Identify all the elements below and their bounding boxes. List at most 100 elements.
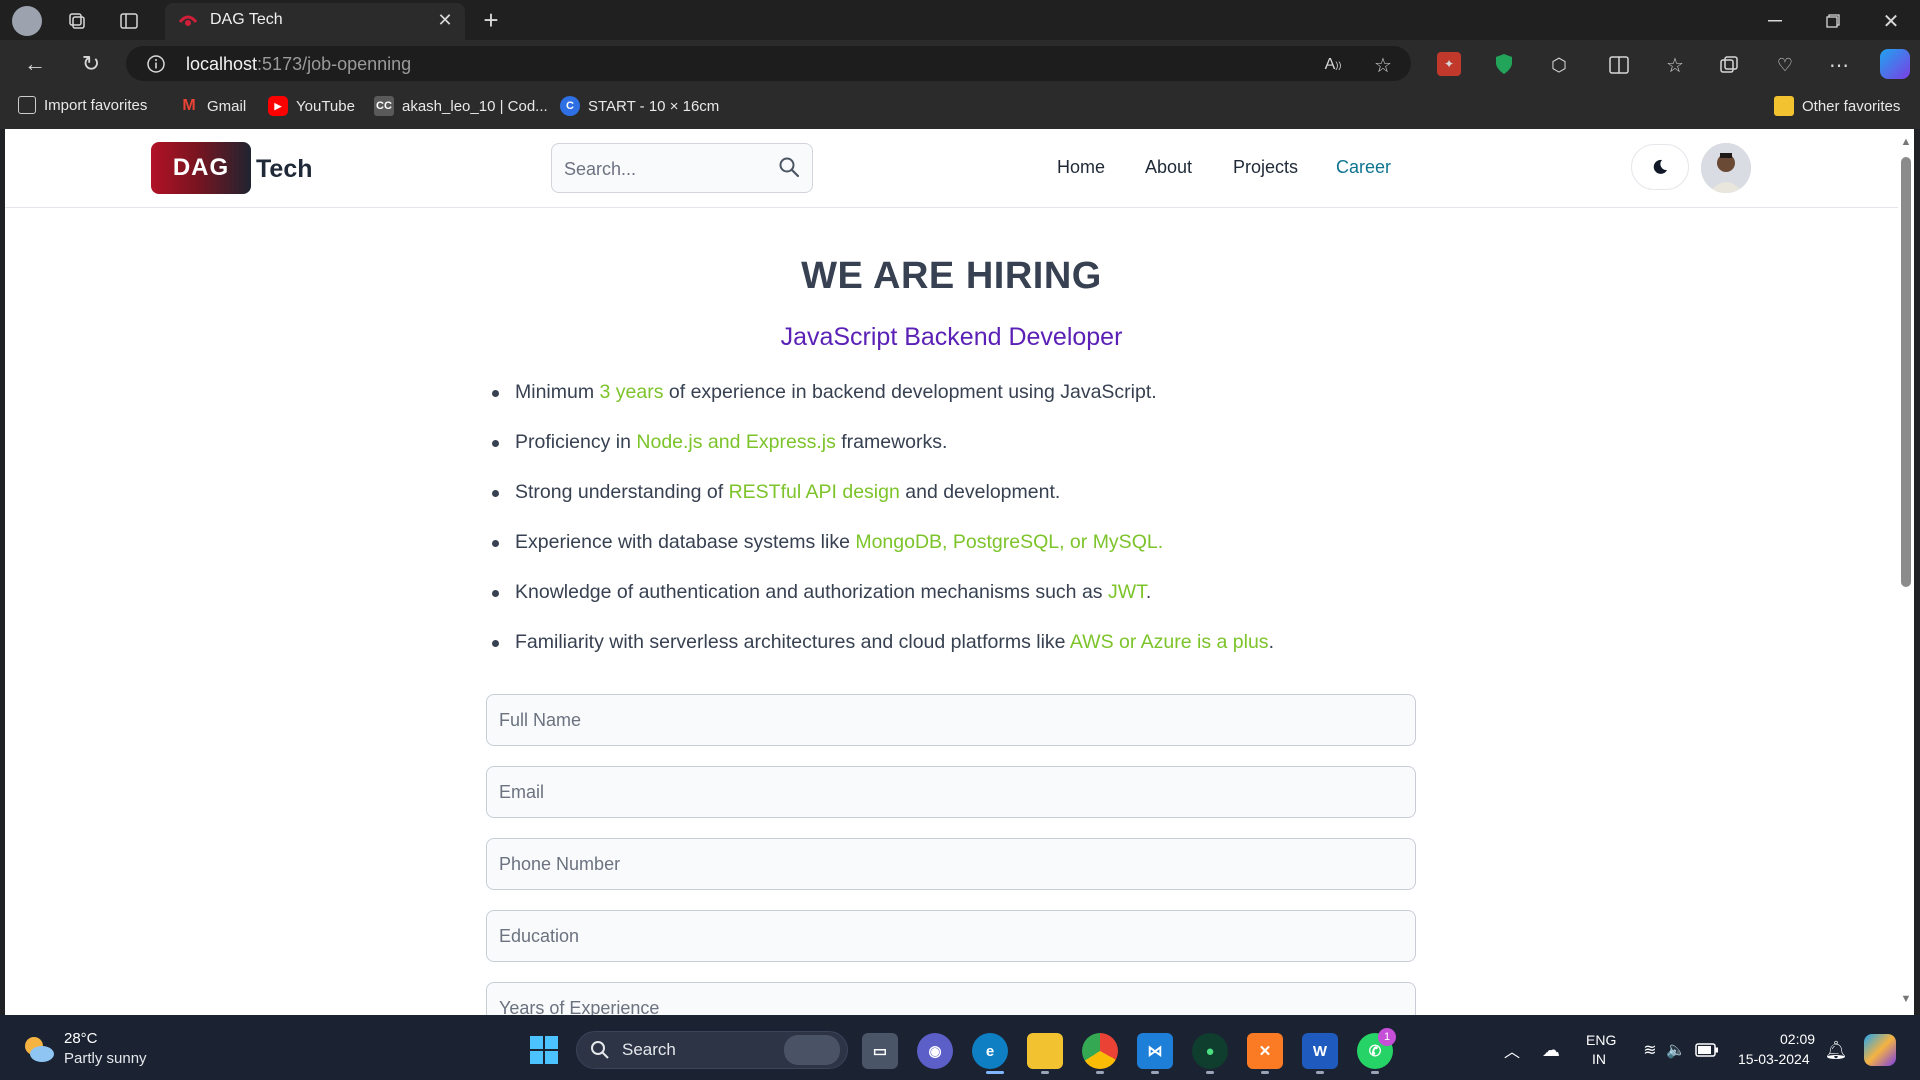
tab-title: DAG Tech: [210, 11, 283, 28]
favorite-codechef[interactable]: CC akash_leo_10 | Cod...: [374, 96, 548, 116]
word-icon[interactable]: W: [1302, 1033, 1338, 1069]
refresh-icon[interactable]: ↻: [76, 50, 106, 78]
favorite-start[interactable]: C START - 10 × 16cm: [560, 96, 719, 116]
requirement-text: Proficiency in: [515, 431, 637, 453]
extensions-icon[interactable]: ⬡: [1546, 52, 1572, 78]
copilot-icon[interactable]: [1880, 49, 1910, 79]
mongodb-indicator: [1206, 1071, 1214, 1074]
file-explorer-icon[interactable]: [1027, 1033, 1063, 1069]
close-tab-icon[interactable]: ✕: [434, 9, 456, 31]
url-text: localhost:5173/job-openning: [186, 54, 411, 75]
search-highlight-icon: [784, 1035, 840, 1065]
language-code[interactable]: ENG: [1586, 1032, 1616, 1048]
language-region[interactable]: IN: [1592, 1051, 1606, 1067]
requirement-text: Experience with database systems like: [515, 531, 856, 553]
minimize-icon[interactable]: [1762, 8, 1788, 34]
clock-date[interactable]: 15-03-2024: [1738, 1051, 1810, 1067]
weather-icon[interactable]: [20, 1032, 56, 1066]
email-field-wrapper: [486, 766, 1416, 818]
favorite-label: Gmail: [207, 97, 247, 115]
favorite-label: YouTube: [296, 97, 355, 115]
chrome-icon[interactable]: [1082, 1033, 1118, 1069]
clock-time[interactable]: 02:09: [1780, 1031, 1815, 1047]
read-aloud-icon[interactable]: A)): [1320, 52, 1346, 78]
scrollbar-thumb[interactable]: [1901, 157, 1911, 587]
new-tab-icon[interactable]: +: [478, 5, 504, 35]
experience-field-wrapper: [486, 982, 1416, 1015]
requirement-text: Knowledge of authentication and authoriz…: [515, 581, 1108, 603]
full-name-field[interactable]: [487, 695, 1415, 745]
requirement-text: Strong understanding of: [515, 481, 729, 503]
wifi-icon[interactable]: ≋: [1638, 1038, 1662, 1062]
user-avatar[interactable]: [1701, 143, 1751, 193]
email-field[interactable]: [487, 767, 1415, 817]
meet-chat-icon[interactable]: ◉: [917, 1033, 953, 1069]
favorites-icon[interactable]: ☆: [1662, 52, 1688, 78]
notification-bell-icon[interactable]: 🔔︎: [1824, 1038, 1848, 1062]
mongodb-compass-icon[interactable]: ●: [1192, 1033, 1228, 1069]
search-icon[interactable]: [778, 156, 802, 180]
whatsapp-badge: 1: [1378, 1028, 1396, 1046]
nav-home[interactable]: Home: [1057, 157, 1105, 178]
search-input[interactable]: [562, 144, 766, 194]
favorite-label: START - 10 × 16cm: [588, 97, 720, 115]
scroll-up-icon[interactable]: ▲: [1899, 136, 1913, 148]
windows-start-icon[interactable]: [528, 1034, 560, 1066]
nav-projects[interactable]: Projects: [1233, 157, 1298, 178]
browser-essentials-icon[interactable]: ♡: [1772, 52, 1798, 78]
copilot-taskbar-icon[interactable]: [1864, 1034, 1896, 1066]
vertical-tabs-icon[interactable]: [116, 8, 142, 34]
url-host: localhost: [186, 54, 258, 74]
task-view-icon[interactable]: ▭: [862, 1033, 898, 1069]
taskbar-search-label: Search: [622, 1040, 676, 1059]
requirement-highlight: MongoDB, PostgreSQL, or MySQL.: [855, 531, 1164, 553]
logo-badge[interactable]: DAG: [151, 142, 251, 194]
collections-icon[interactable]: [1716, 52, 1742, 78]
close-window-icon[interactable]: ✕: [1878, 8, 1904, 34]
phone-field[interactable]: [487, 839, 1415, 889]
requirement-item: Knowledge of authentication and authoriz…: [489, 578, 1489, 628]
favorite-star-icon[interactable]: ☆: [1370, 52, 1396, 78]
requirement-item: Experience with database systems like Mo…: [489, 528, 1489, 578]
back-icon[interactable]: ←: [20, 50, 50, 78]
site-info-icon[interactable]: [144, 52, 168, 76]
xampp-icon[interactable]: ✕: [1247, 1033, 1283, 1069]
job-title: JavaScript Backend Developer: [780, 323, 1123, 351]
theme-toggle-button[interactable]: [1631, 144, 1689, 190]
battery-icon[interactable]: [1694, 1038, 1720, 1062]
weather-temperature: 28°C: [64, 1030, 98, 1047]
volume-icon[interactable]: 🔈: [1664, 1038, 1688, 1062]
tray-chevron-up-icon[interactable]: ︿: [1500, 1038, 1524, 1062]
onedrive-icon[interactable]: ☁: [1538, 1038, 1564, 1062]
profile-avatar-icon[interactable]: [12, 6, 42, 36]
nav-about[interactable]: About: [1145, 157, 1192, 178]
other-favorites[interactable]: Other favorites: [1774, 96, 1900, 116]
requirement-item: Strong understanding of RESTful API desi…: [489, 478, 1489, 528]
favorite-gmail[interactable]: M Gmail: [179, 96, 246, 116]
canva-icon: C: [560, 96, 580, 116]
logo-text[interactable]: Tech: [256, 155, 313, 184]
url-path: :5173/job-openning: [257, 54, 412, 74]
restore-icon[interactable]: [1820, 8, 1846, 34]
settings-more-icon[interactable]: ⋯: [1826, 52, 1852, 78]
explorer-indicator: [1041, 1071, 1049, 1074]
edge-active-indicator: [986, 1071, 1004, 1074]
split-screen-icon[interactable]: [1606, 52, 1632, 78]
folder-icon: [1774, 96, 1794, 116]
education-field[interactable]: [487, 911, 1415, 961]
vscode-icon[interactable]: ⋈: [1137, 1033, 1173, 1069]
edge-icon[interactable]: e: [972, 1033, 1008, 1069]
scroll-down-icon[interactable]: ▼: [1899, 993, 1913, 1005]
favorite-import[interactable]: Import favorites: [18, 96, 147, 114]
workspaces-icon[interactable]: [64, 8, 90, 34]
chrome-indicator: [1096, 1071, 1104, 1074]
favorite-youtube[interactable]: ▶ YouTube: [268, 96, 355, 116]
youtube-icon: ▶: [268, 96, 288, 116]
nav-career[interactable]: Career: [1336, 157, 1391, 178]
extension-shield-icon[interactable]: [1492, 52, 1516, 76]
education-field-wrapper: [486, 910, 1416, 962]
requirement-highlight: JWT: [1107, 581, 1146, 603]
extension-red-icon[interactable]: ✦: [1437, 52, 1461, 76]
experience-field[interactable]: [487, 983, 1415, 1015]
xampp-indicator: [1261, 1071, 1269, 1074]
